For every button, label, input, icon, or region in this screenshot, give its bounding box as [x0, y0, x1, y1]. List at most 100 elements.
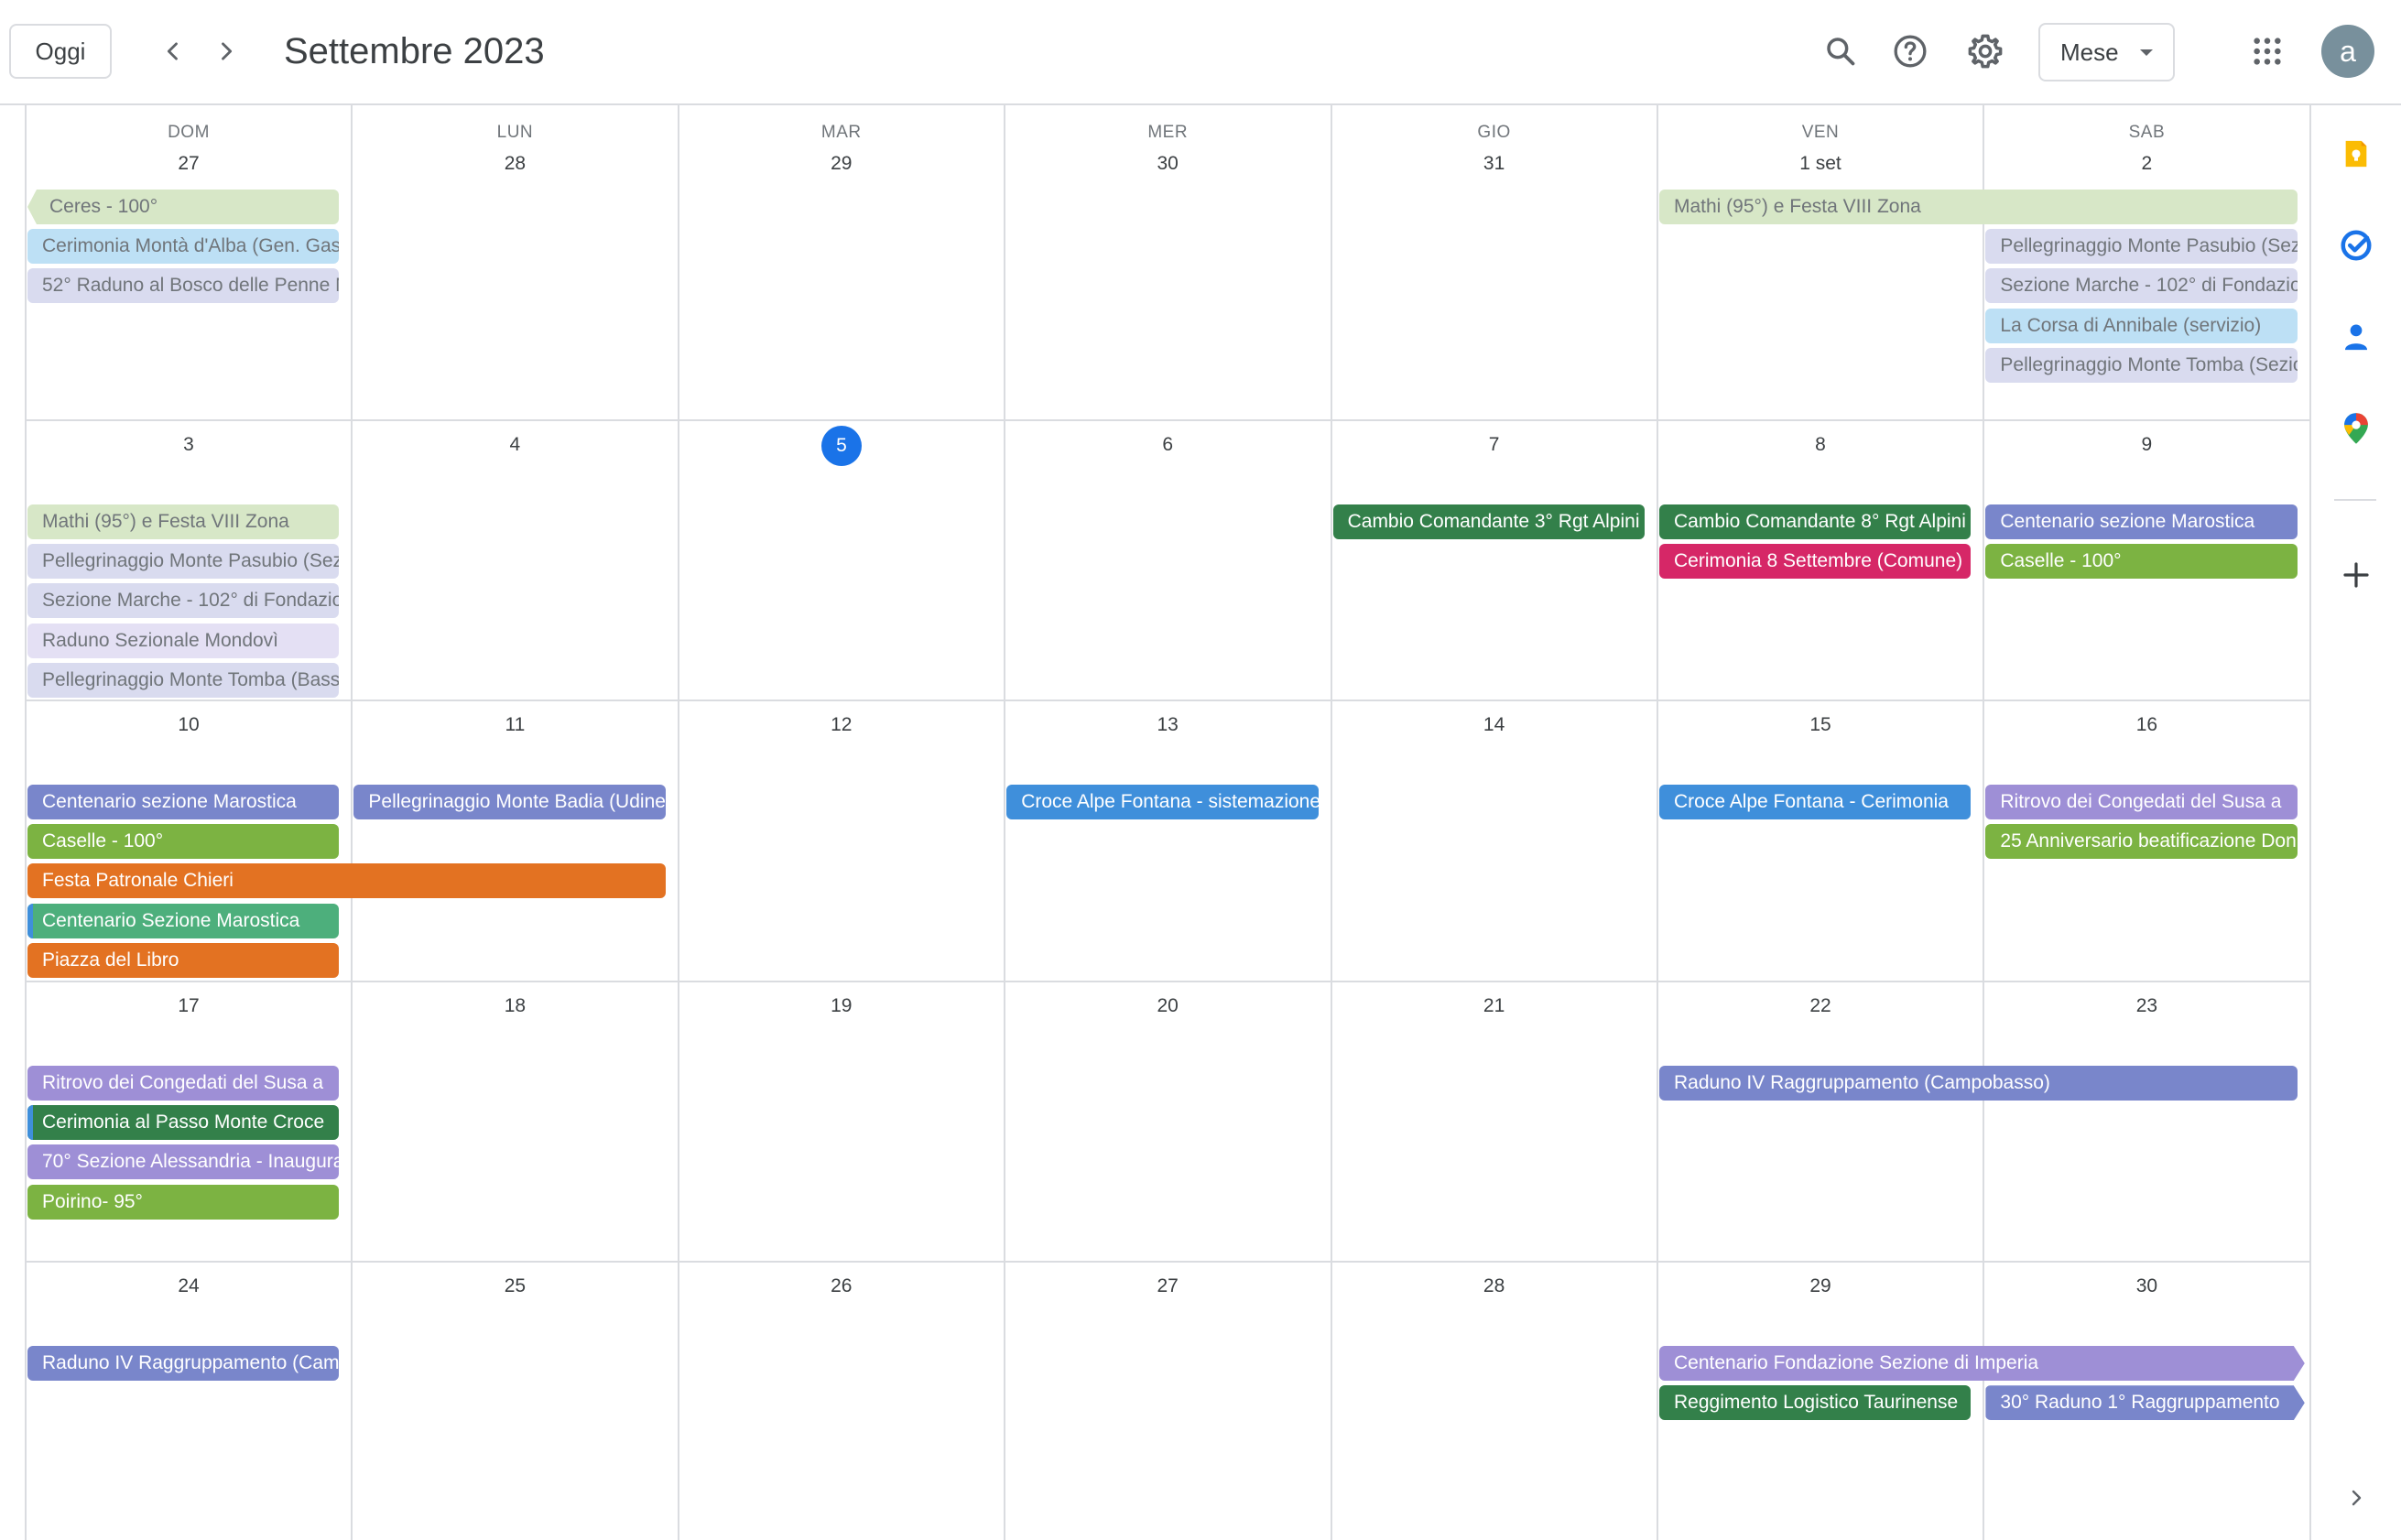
calendar-event[interactable]: Pellegrinaggio Monte Badia (Udine)	[353, 785, 666, 819]
day-number[interactable]: 19	[679, 992, 1005, 1020]
calendar-event[interactable]: 25 Anniversario beatificazione Don	[1985, 824, 2298, 860]
calendar-event[interactable]: Centenario sezione Marostica	[1985, 504, 2298, 539]
day-number[interactable]: 30	[1983, 1273, 2309, 1300]
day-number[interactable]: 31	[1331, 150, 1657, 178]
weekday-label: GIO	[1477, 123, 1511, 142]
day-number[interactable]: 29	[1657, 1273, 1983, 1300]
calendar-event[interactable]: Mathi (95°) e Festa VIII Zona	[1659, 190, 2298, 224]
day-number[interactable]: 29	[679, 150, 1005, 178]
day-number[interactable]: 8	[1657, 431, 1983, 459]
view-selector[interactable]: Mese	[2038, 23, 2175, 81]
calendar-event[interactable]: Centenario sezione Marostica	[27, 785, 340, 819]
calendar-event[interactable]: Festa Patronale Chieri	[27, 863, 666, 899]
day-number[interactable]: 12	[679, 711, 1005, 739]
day-number[interactable]: 9	[1983, 431, 2309, 459]
day-number[interactable]: 25	[352, 1273, 678, 1300]
calendar-event[interactable]: 30° Raduno 1° Raggruppamento	[1985, 1385, 2304, 1420]
day-number[interactable]: 11	[352, 711, 678, 739]
calendar-event[interactable]: 70° Sezione Alessandria - Inaugurazione	[27, 1144, 340, 1180]
event-title: Pellegrinaggio Monte Badia (Udine)	[368, 791, 666, 812]
help-button[interactable]	[1885, 26, 1936, 77]
calendar-event[interactable]: Caselle - 100°	[1985, 544, 2298, 580]
day-number[interactable]: 3	[26, 431, 352, 459]
apps-button[interactable]	[2242, 26, 2293, 77]
day-number[interactable]: 17	[26, 992, 352, 1020]
keep-button[interactable]	[2330, 128, 2382, 179]
calendar-event[interactable]: Ceres - 100°	[27, 190, 340, 224]
day-number[interactable]: 13	[1005, 711, 1331, 739]
day-number[interactable]: 4	[352, 431, 678, 459]
calendar-event[interactable]: Centenario Fondazione Sezione di Imperia	[1659, 1346, 2305, 1381]
day-number[interactable]: 7	[1331, 431, 1657, 459]
settings-button[interactable]	[1960, 26, 2011, 77]
day-number[interactable]: 10	[26, 711, 352, 739]
day-number[interactable]: 22	[1657, 992, 1983, 1020]
day-number[interactable]: 26	[679, 1273, 1005, 1300]
day-number[interactable]: 23	[1983, 992, 2309, 1020]
calendar-event[interactable]: Pellegrinaggio Monte Tomba (Sezione)	[1985, 347, 2298, 383]
calendar-event[interactable]: Croce Alpe Fontana - sistemazione	[1006, 785, 1319, 819]
day-number[interactable]: 27	[26, 150, 352, 178]
previous-month-button[interactable]	[149, 27, 197, 75]
search-button[interactable]	[1815, 26, 1866, 77]
account-avatar[interactable]: a	[2321, 25, 2374, 78]
calendar-event[interactable]: 52° Raduno al Bosco delle Penne Mozze	[27, 268, 340, 304]
calendar-event[interactable]: Pellegrinaggio Monte Pasubio (Sezione Vi…	[1985, 229, 2298, 265]
day-number[interactable]: 27	[1005, 1273, 1331, 1300]
contacts-button[interactable]	[2330, 311, 2382, 363]
day-number[interactable]: 20	[1005, 992, 1331, 1020]
calendar-event[interactable]: Cerimonia Montà d'Alba (Gen. Gasparotto)	[27, 229, 340, 265]
calendar-event[interactable]: Ritrovo dei Congedati del Susa a	[1985, 785, 2298, 819]
calendar-event[interactable]: Cambio Comandante 3° Rgt Alpini	[1332, 504, 1645, 539]
calendar-event[interactable]: Croce Alpe Fontana - Cerimonia	[1659, 785, 1972, 819]
calendar-event[interactable]: Pellegrinaggio Monte Tomba (Bassano)	[27, 662, 340, 698]
day-number[interactable]: 24	[26, 1273, 352, 1300]
day-number[interactable]: 16	[1983, 711, 2309, 739]
calendar-event[interactable]: Ritrovo dei Congedati del Susa a	[27, 1066, 340, 1101]
calendar-event[interactable]: Cambio Comandante 8° Rgt Alpini	[1659, 504, 1972, 539]
day-number[interactable]: 6	[1005, 431, 1331, 459]
calendar-event[interactable]: Mathi (95°) e Festa VIII Zona	[27, 504, 340, 539]
calendar-event[interactable]: Sezione Marche - 102° di Fondazione	[1985, 268, 2298, 304]
chevron-left-icon	[167, 42, 178, 60]
day-number[interactable]: 15	[1657, 711, 1983, 739]
calendar-event[interactable]: Sezione Marche - 102° di Fondazione	[27, 583, 340, 619]
event-title: Sezione Marche - 102° di Fondazione	[42, 590, 340, 612]
day-number[interactable]: 28	[352, 150, 678, 178]
expand-panel-button[interactable]	[2330, 1472, 2382, 1524]
today-date-marker[interactable]: 5	[821, 426, 862, 466]
day-number[interactable]: 1 set	[1657, 150, 1983, 178]
calendar-event[interactable]: Cerimonia 8 Settembre (Comune)	[1659, 544, 1972, 580]
calendar-event[interactable]: Caselle - 100°	[27, 824, 340, 860]
tasks-icon	[2341, 230, 2372, 261]
day-number[interactable]: 28	[1331, 1273, 1657, 1300]
grid-column-divider	[351, 105, 353, 1540]
event-title: Cerimonia Montà d'Alba (Gen. Gasparotto)	[42, 235, 340, 257]
event-title: Cerimonia 8 Settembre (Comune)	[1674, 550, 1963, 572]
weekday-label: DOM	[168, 123, 210, 142]
calendar-event[interactable]: Centenario Sezione Marostica	[27, 903, 340, 938]
calendar-event[interactable]: Raduno IV Raggruppamento (Campobasso)	[27, 1346, 340, 1381]
calendar-event[interactable]: Reggimento Logistico Taurinense	[1659, 1385, 1972, 1421]
calendar-event[interactable]: Pellegrinaggio Monte Pasubio (Sezione Vi…	[27, 544, 340, 580]
calendar-event[interactable]: La Corsa di Annibale (servizio)	[1985, 308, 2298, 343]
day-number[interactable]: 2	[1983, 150, 2309, 178]
calendar-event[interactable]: Cerimonia al Passo Monte Croce	[27, 1105, 340, 1141]
day-number[interactable]: 21	[1331, 992, 1657, 1020]
calendar-event[interactable]: Raduno Sezionale Mondovì	[27, 623, 340, 658]
calendar-event[interactable]: Poirino- 95°	[27, 1184, 340, 1220]
calendar-event[interactable]: Piazza del Libro	[27, 942, 340, 978]
day-number[interactable]: 30	[1005, 150, 1331, 178]
today-button[interactable]: Oggi	[9, 24, 112, 79]
add-addon-button[interactable]	[2330, 549, 2382, 601]
event-color-bar	[27, 1105, 33, 1141]
chevron-right-icon	[222, 42, 233, 60]
tasks-button[interactable]	[2330, 220, 2382, 271]
day-number[interactable]: 14	[1331, 711, 1657, 739]
event-title: Pellegrinaggio Monte Tomba (Sezione)	[2000, 353, 2297, 375]
calendar-event[interactable]: Raduno IV Raggruppamento (Campobasso)	[1659, 1066, 2298, 1101]
event-title: Festa Patronale Chieri	[42, 870, 234, 892]
day-number[interactable]: 18	[352, 992, 678, 1020]
maps-button[interactable]	[2330, 403, 2382, 454]
next-month-button[interactable]	[202, 27, 250, 75]
